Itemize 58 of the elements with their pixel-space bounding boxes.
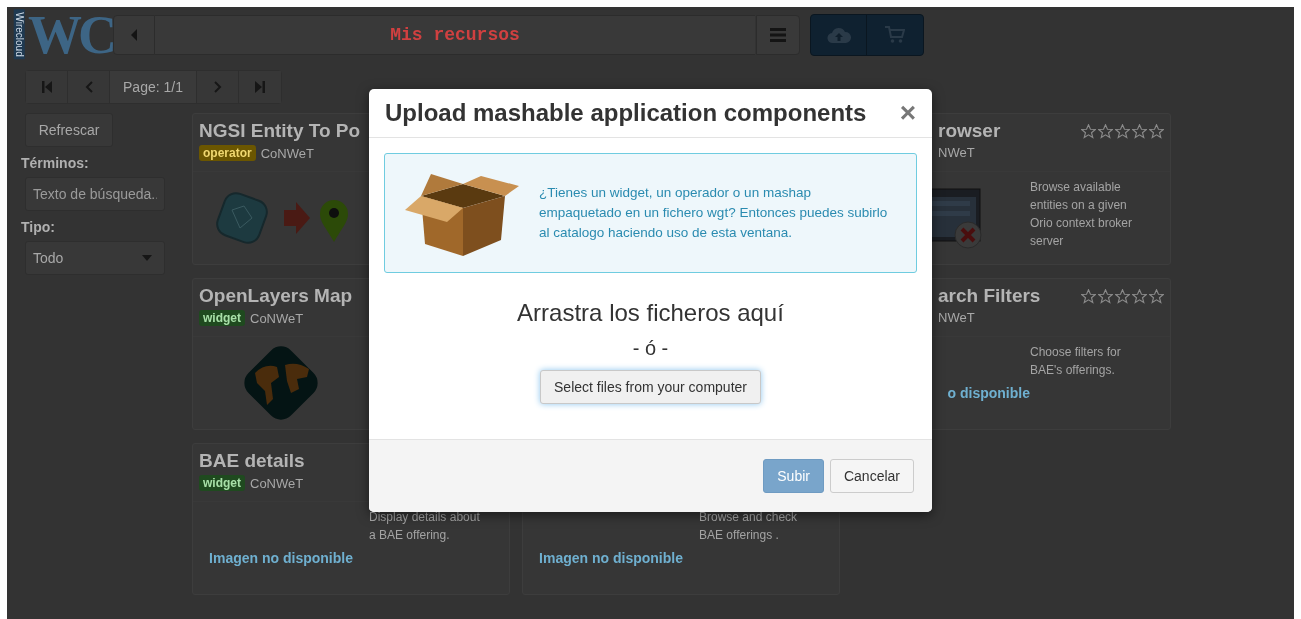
empty-star-icon: [1081, 123, 1096, 139]
type-badge: widget: [199, 475, 245, 491]
caret-down-icon: [142, 255, 152, 261]
type-badge: operator: [199, 145, 256, 161]
card-title: rowser: [938, 120, 1001, 142]
page-indicator: Page: 1/1: [110, 71, 197, 103]
empty-star-icon: [1132, 288, 1147, 304]
next-page-button[interactable]: [197, 71, 239, 103]
empty-star-icon: [1115, 288, 1130, 304]
card-description: Browse and check BAE offerings .: [699, 509, 799, 544]
card-title: OpenLayers Map: [199, 285, 353, 307]
last-page-icon: [255, 81, 265, 93]
empty-star-icon: [1081, 288, 1096, 304]
empty-star-icon: [1149, 123, 1164, 139]
logo-caption: Wirecloud: [13, 9, 25, 60]
page-title: Mis recursos: [390, 25, 520, 45]
terms-label: Términos:: [21, 155, 90, 171]
card-description: Choose filters for BAE's offerings.: [1030, 344, 1122, 379]
card-title: BAE details: [199, 450, 305, 472]
logo-letters: WC: [28, 8, 114, 62]
first-page-button[interactable]: [26, 71, 68, 103]
type-label: Tipo:: [21, 219, 56, 235]
back-button[interactable]: [113, 15, 155, 55]
caret-left-icon: [130, 29, 138, 41]
no-image-text: Imagen no disponible: [539, 550, 683, 566]
vendor-name: CoNWeT: [250, 310, 304, 326]
drop-zone-text: Arrastra los ficheros aquí: [517, 299, 784, 327]
menu-icon: [770, 28, 786, 42]
empty-star-icon: [1115, 123, 1130, 139]
cancel-button[interactable]: Cancelar: [829, 459, 914, 493]
card-description: Browse available entities on a given Orio context broker server: [1030, 179, 1134, 250]
no-image-text: o disponible: [947, 385, 1030, 401]
vendor-name: CoNWeT: [250, 475, 304, 491]
search-field[interactable]: Texto de búsqueda..: [25, 177, 165, 211]
card-title: NGSI Entity To Po: [199, 120, 361, 142]
cloud-upload-icon: [826, 26, 851, 44]
vendor-name: CoNWeT: [260, 145, 314, 161]
empty-star-icon: [1098, 288, 1113, 304]
empty-star-icon: [1098, 123, 1113, 139]
vendor-name: NWeT: [938, 310, 975, 325]
chevron-left-icon: [84, 81, 93, 93]
cart-icon: [885, 26, 905, 44]
empty-star-icon: [1149, 288, 1164, 304]
separator-text: - ó -: [632, 337, 669, 360]
type-badge: widget: [199, 310, 245, 326]
card-description: Display details about a BAE offering.: [369, 509, 481, 544]
card-title: arch Filters: [938, 285, 1041, 307]
previous-page-button[interactable]: [68, 71, 110, 103]
empty-star-icon: [1132, 123, 1147, 139]
first-page-icon: [41, 81, 52, 93]
type-select[interactable]: Todo: [25, 241, 165, 275]
no-image-text: Imagen no disponible: [209, 550, 353, 566]
vendor-name: NWeT: [938, 145, 975, 160]
refresh-button[interactable]: Refrescar: [25, 113, 113, 147]
menu-button[interactable]: [756, 15, 800, 55]
chevron-right-icon: [213, 81, 222, 93]
last-page-button[interactable]: [239, 71, 281, 103]
select-files-button[interactable]: Select files from your computer: [540, 370, 761, 404]
